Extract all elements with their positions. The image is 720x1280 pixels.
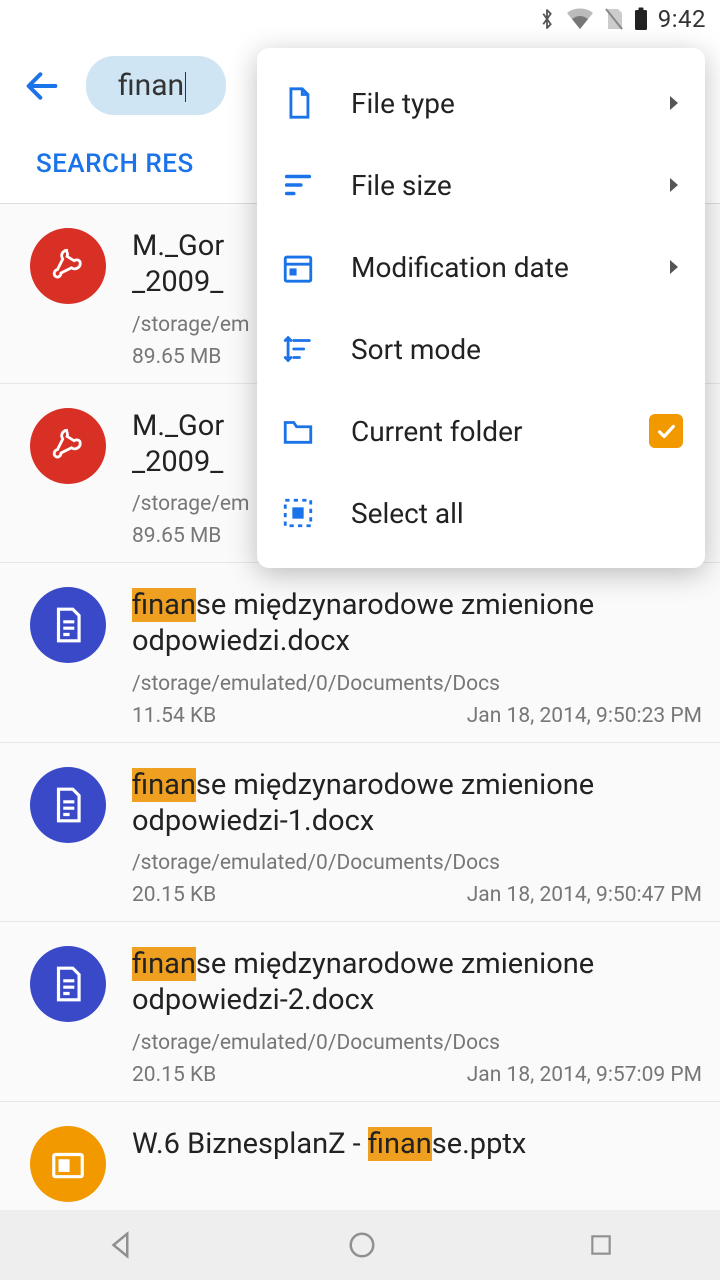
sort-mode-icon	[279, 330, 317, 368]
file-icon	[279, 84, 317, 122]
result-item[interactable]: finanse międzynarodowe zmienione odpowie…	[0, 922, 720, 1102]
result-size: 89.65 MB	[132, 524, 221, 548]
result-size: 20.15 KB	[132, 883, 216, 907]
file-type-pdf-icon	[30, 228, 106, 304]
status-bar: 9:42	[0, 0, 720, 38]
search-input[interactable]: finan	[86, 56, 226, 115]
result-size: 11.54 KB	[132, 704, 216, 728]
file-type-pptx-icon	[30, 1126, 106, 1202]
checked-icon	[649, 414, 683, 448]
result-title: finanse międzynarodowe zmienione odpowie…	[132, 767, 702, 840]
menu-label: Select all	[351, 497, 683, 530]
chevron-right-icon	[665, 258, 683, 276]
search-query-text: finan	[118, 68, 184, 103]
menu-item-select-all[interactable]: Select all	[257, 472, 705, 554]
result-path: /storage/emulated/0/Documents/Docs	[132, 672, 702, 696]
result-date: Jan 18, 2014, 9:50:47 PM	[467, 883, 702, 907]
sort-icon	[279, 166, 317, 204]
file-type-doc-icon	[30, 946, 106, 1022]
result-title: finanse międzynarodowe zmienione odpowie…	[132, 587, 702, 660]
nav-recent[interactable]	[588, 1232, 614, 1258]
folder-icon	[279, 412, 317, 450]
file-type-pdf-icon	[30, 408, 106, 484]
file-type-doc-icon	[30, 587, 106, 663]
result-path: /storage/emulated/0/Documents/Docs	[132, 1031, 702, 1055]
calendar-icon	[279, 248, 317, 286]
menu-label: File size	[351, 169, 631, 202]
back-button[interactable]	[20, 64, 64, 108]
battery-icon	[634, 7, 648, 31]
menu-item-file-size[interactable]: File size	[257, 144, 705, 226]
nav-home[interactable]	[347, 1230, 377, 1260]
menu-label: Current folder	[351, 415, 615, 448]
result-item[interactable]: W.6 BiznesplanZ - finanse.pptx	[0, 1102, 720, 1215]
result-title: W.6 BiznesplanZ - finanse.pptx	[132, 1126, 702, 1162]
chevron-right-icon	[665, 94, 683, 112]
filter-menu: File type File size Modification date Sort …	[257, 48, 705, 568]
result-path: /storage/emulated/0/Documents/Docs	[132, 851, 702, 875]
result-date: Jan 18, 2014, 9:57:09 PM	[467, 1063, 702, 1087]
status-time: 9:42	[658, 5, 706, 33]
bluetooth-icon	[538, 7, 556, 31]
result-size: 20.15 KB	[132, 1063, 216, 1087]
result-item[interactable]: finanse międzynarodowe zmienione odpowie…	[0, 563, 720, 743]
result-title: finanse międzynarodowe zmienione odpowie…	[132, 946, 702, 1019]
menu-item-sort-mode[interactable]: Sort mode	[257, 308, 705, 390]
no-sim-icon	[604, 7, 624, 31]
result-size: 89.65 MB	[132, 345, 221, 369]
wifi-icon	[566, 8, 594, 30]
result-item[interactable]: finanse międzynarodowe zmienione odpowie…	[0, 743, 720, 923]
file-type-doc-icon	[30, 767, 106, 843]
menu-item-current-folder[interactable]: Current folder	[257, 390, 705, 472]
system-nav-bar	[0, 1210, 720, 1280]
menu-label: Modification date	[351, 251, 631, 284]
menu-label: File type	[351, 87, 631, 120]
chevron-right-icon	[665, 176, 683, 194]
menu-item-file-type[interactable]: File type	[257, 62, 705, 144]
menu-item-modification-date[interactable]: Modification date	[257, 226, 705, 308]
nav-back[interactable]	[106, 1230, 136, 1260]
menu-label: Sort mode	[351, 333, 683, 366]
result-date: Jan 18, 2014, 9:50:23 PM	[467, 704, 702, 728]
select-all-icon	[279, 494, 317, 532]
